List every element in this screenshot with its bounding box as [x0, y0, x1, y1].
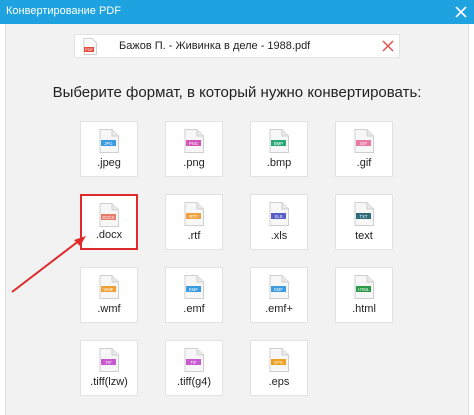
- format-option-jpeg[interactable]: JPG .jpeg: [80, 121, 138, 177]
- format-label: .tiff(g4): [176, 376, 212, 388]
- file-format-icon: TXT: [354, 202, 374, 226]
- format-badge: DOCX: [102, 215, 114, 220]
- file-format-icon: BMP: [269, 129, 289, 153]
- format-label: .xls: [270, 230, 288, 242]
- format-badge: TXT: [360, 214, 368, 219]
- file-format-icon: DOCX: [99, 203, 119, 227]
- format-label: .png: [183, 157, 205, 169]
- format-option-bmp[interactable]: BMP .bmp: [250, 121, 308, 177]
- format-option-text[interactable]: TXT text: [335, 194, 393, 250]
- selected-file-bar: PDF Бажов П. - Живинка в деле - 1988.pdf: [74, 34, 400, 58]
- file-format-icon: TIF: [184, 348, 204, 372]
- format-label: .html: [352, 303, 376, 315]
- close-icon[interactable]: [448, 0, 474, 24]
- file-format-icon: TIF: [99, 348, 119, 372]
- format-badge: XLS: [275, 214, 283, 219]
- format-option-eps[interactable]: EPS .eps: [250, 340, 308, 396]
- format-badge: TIF: [105, 360, 112, 365]
- format-option-tiff-g4[interactable]: TIF .tiff(g4): [165, 340, 223, 396]
- file-format-icon: EPS: [269, 348, 289, 372]
- file-format-icon: GIF: [354, 129, 374, 153]
- format-option-xls[interactable]: XLS .xls: [250, 194, 308, 250]
- title-bar: Конвертирование PDF: [0, 0, 474, 24]
- format-label: .wmf: [97, 303, 121, 315]
- format-badge: EMF: [274, 287, 283, 292]
- pdf-badge: PDF: [85, 47, 94, 52]
- format-option-html[interactable]: HTML .html: [335, 267, 393, 323]
- format-badge: EPS: [274, 360, 283, 365]
- format-badge: TIF: [190, 360, 197, 365]
- format-badge: JPG: [104, 141, 112, 146]
- format-label: .eps: [268, 376, 290, 388]
- format-label: .bmp: [266, 157, 292, 169]
- format-option-emf[interactable]: EMF .emf+: [250, 267, 308, 323]
- format-badge: BMP: [274, 141, 283, 146]
- dialog-content: [5, 24, 469, 415]
- format-label: .docx: [95, 229, 123, 241]
- format-label: .emf+: [265, 303, 293, 315]
- format-label: .rtf: [187, 230, 201, 242]
- format-option-gif[interactable]: GIF .gif: [335, 121, 393, 177]
- format-badge: HTML: [358, 287, 370, 292]
- format-option-rtf[interactable]: RTF .rtf: [165, 194, 223, 250]
- file-format-icon: EMF: [269, 275, 289, 299]
- format-label: .gif: [356, 157, 372, 169]
- format-option-emf[interactable]: EMF .emf: [165, 267, 223, 323]
- file-name: Бажов П. - Живинка в деле - 1988.pdf: [119, 40, 311, 52]
- format-badge: PNG: [189, 141, 198, 146]
- file-format-icon: JPG: [99, 129, 119, 153]
- file-format-icon: RTF: [184, 202, 204, 226]
- format-label: .tiff(lzw): [90, 376, 128, 388]
- file-format-icon: PNG: [184, 129, 204, 153]
- format-badge: WMF: [104, 287, 114, 292]
- format-badge: EMF: [189, 287, 198, 292]
- file-format-icon: XLS: [269, 202, 289, 226]
- file-format-icon: EMF: [184, 275, 204, 299]
- pdf-file-icon: PDF: [83, 38, 97, 55]
- format-label: .emf: [183, 303, 205, 315]
- remove-file-icon[interactable]: [381, 39, 395, 53]
- format-badge: RTF: [189, 214, 198, 219]
- format-prompt-heading: Выберите формат, в который нужно конверт…: [52, 84, 422, 101]
- format-option-tiff-lzw[interactable]: TIF .tiff(lzw): [80, 340, 138, 396]
- format-label: .jpeg: [97, 157, 121, 169]
- format-option-png[interactable]: PNG .png: [165, 121, 223, 177]
- file-format-icon: HTML: [354, 275, 374, 299]
- format-badge: GIF: [360, 141, 367, 146]
- window-title: Конвертирование PDF: [6, 5, 121, 17]
- file-format-icon: WMF: [99, 275, 119, 299]
- format-label: text: [355, 230, 373, 242]
- pointer-arrow: [11, 236, 86, 293]
